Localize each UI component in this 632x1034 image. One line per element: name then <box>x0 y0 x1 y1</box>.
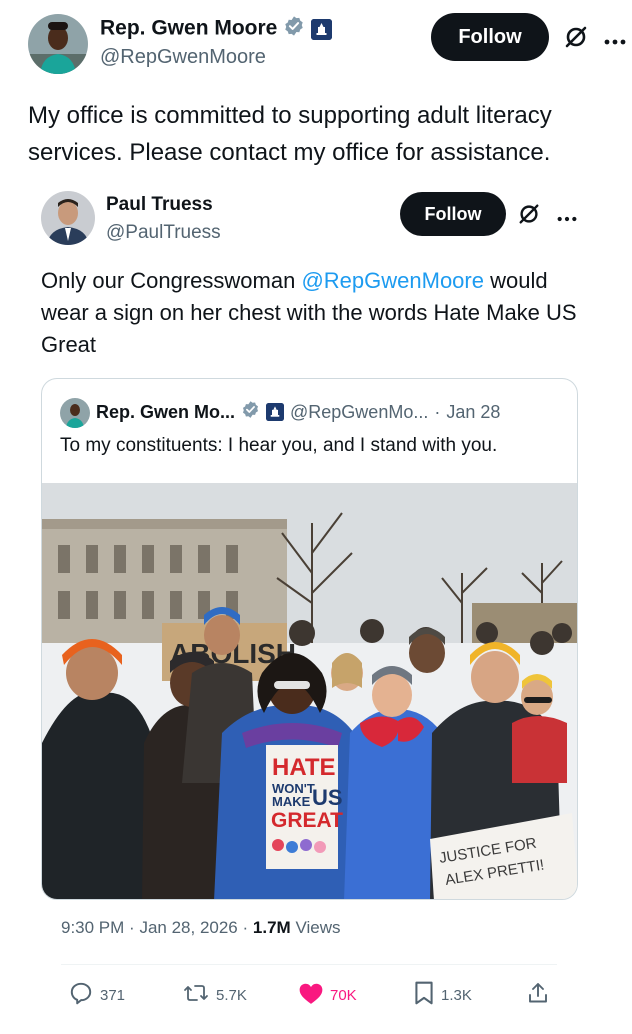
meta-separator-2: · <box>242 918 249 937</box>
main-follow-button[interactable]: Follow <box>431 13 549 61</box>
nested-separator: · <box>434 401 441 422</box>
share-button[interactable] <box>526 980 550 1010</box>
photo-sign-hate: HATE <box>272 754 336 781</box>
like-icon <box>298 981 324 1009</box>
bookmark-count: 1.3K <box>441 986 472 1004</box>
quoted-author-name[interactable]: Paul Truess <box>106 194 213 216</box>
reply-icon <box>68 980 94 1010</box>
tweet-meta: 9:30 PM · Jan 28, 2026 · 1.7M Views <box>61 918 340 938</box>
quoted-tweet-text: Only our Congresswoman @RepGwenMoore wou… <box>41 265 601 361</box>
government-badge-icon <box>311 18 333 40</box>
meta-separator-1: · <box>129 918 135 937</box>
photo-sign-us: US <box>312 785 343 810</box>
main-author-handle[interactable]: @RepGwenMoore <box>100 46 266 69</box>
nested-photo[interactable]: ABOLISH HATE WON'T MAKE US GREAT JUSTICE… <box>42 483 577 899</box>
nested-quote-card[interactable]: Rep. Gwen Mo... @RepGwenMo... · Jan 28 T… <box>41 378 578 900</box>
quoted-follow-button[interactable]: Follow <box>400 192 506 236</box>
quoted-grok-icon[interactable] <box>517 202 541 231</box>
views-label: Views <box>295 918 341 937</box>
mention-link[interactable]: @RepGwenMoore <box>301 268 484 293</box>
photo-sign-make: MAKE <box>272 794 311 809</box>
nested-author-name: Rep. Gwen Mo... <box>96 401 236 422</box>
main-author-name[interactable]: Rep. Gwen Moore <box>100 15 333 43</box>
repost-icon <box>182 980 210 1010</box>
quoted-text-start: Only our Congresswoman <box>41 268 302 293</box>
quoted-author-avatar[interactable] <box>41 191 95 245</box>
grok-icon[interactable] <box>563 24 589 55</box>
tweet-time[interactable]: 9:30 PM <box>61 918 124 937</box>
like-count: 70K <box>330 986 357 1004</box>
nested-date: Jan 28 <box>446 401 501 422</box>
more-icon[interactable] <box>603 33 627 51</box>
bookmark-icon <box>413 980 435 1010</box>
nested-verified-badge-icon <box>241 400 260 424</box>
nested-tweet-text: To my constituents: I hear you, and I st… <box>60 435 498 456</box>
nested-author-handle: @RepGwenMo... <box>290 401 429 422</box>
quoted-more-icon[interactable] <box>556 210 578 228</box>
divider <box>61 964 557 965</box>
reply-count: 371 <box>100 986 126 1004</box>
reply-button[interactable]: 371 <box>68 980 125 1010</box>
bookmark-button[interactable]: 1.3K <box>413 980 472 1010</box>
photo-sign-great: GREAT <box>271 809 343 832</box>
like-button[interactable]: 70K <box>298 980 357 1010</box>
tweet-date[interactable]: Jan 28, 2026 <box>139 918 237 937</box>
main-author-avatar[interactable] <box>28 14 88 74</box>
nested-government-badge-icon <box>266 403 285 421</box>
repost-button[interactable]: 5.7K <box>182 980 247 1010</box>
repost-count: 5.7K <box>216 986 247 1004</box>
verified-badge-icon <box>283 15 305 43</box>
quoted-author-handle[interactable]: @PaulTruess <box>106 222 221 244</box>
nested-header: Rep. Gwen Mo... @RepGwenMo... · Jan 28 <box>96 400 500 424</box>
main-tweet-text: My office is committed to supporting adu… <box>28 102 552 166</box>
share-icon <box>526 980 550 1010</box>
main-author-name-text[interactable]: Rep. Gwen Moore <box>100 17 277 40</box>
views-count: 1.7M <box>252 918 291 937</box>
nested-author-avatar <box>60 398 90 428</box>
